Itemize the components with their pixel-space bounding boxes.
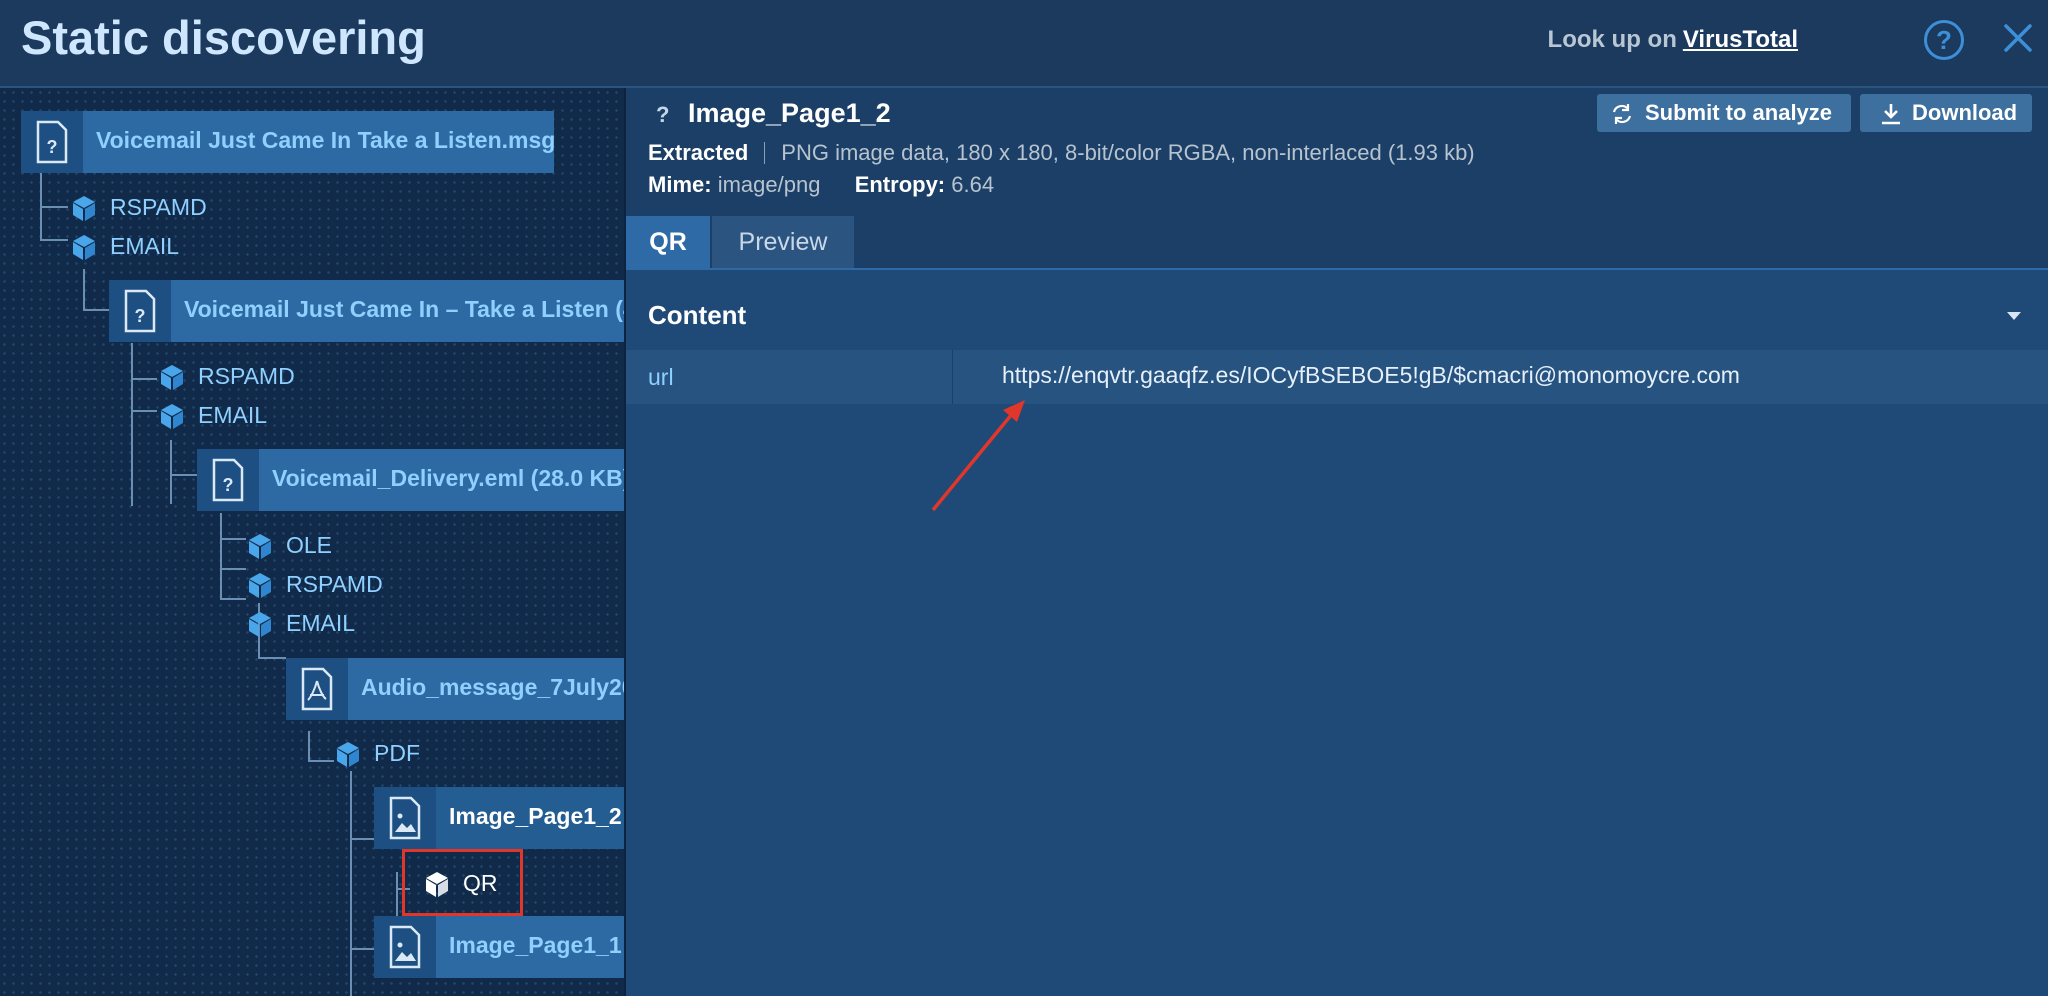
file-tree-panel[interactable]: ? Voicemail Just Came In Take a Listen.m…: [0, 88, 624, 996]
unknown-file-icon: ?: [109, 280, 171, 342]
cube-icon: [161, 404, 183, 429]
tree-node-module[interactable]: EMAIL: [70, 231, 270, 261]
status-label: Extracted: [648, 140, 749, 165]
tree-node-label: Voicemail Just Came In Take a Listen.msg: [96, 127, 556, 153]
tree-node-label: EMAIL: [110, 233, 180, 259]
page-title: Static discovering: [21, 11, 426, 64]
mime-value: image/png: [717, 172, 821, 197]
download-label: Download: [1912, 100, 2018, 125]
separator: [764, 142, 766, 164]
unknown-file-icon: ?: [21, 111, 83, 173]
tree-node-label: Image_Page1_1: [449, 932, 622, 958]
content-row-key: url: [648, 364, 674, 390]
svg-text:?: ?: [47, 137, 58, 157]
tree-node-label: Voicemail Just Came In – Take a Listen (…: [184, 296, 624, 322]
refresh-icon: [1612, 104, 1632, 124]
image-file-icon: [374, 787, 436, 849]
cube-icon: [73, 196, 95, 221]
file-description-line: Extracted PNG image data, 180 x 180, 8-bi…: [648, 140, 1475, 166]
tree-node-file[interactable]: Image_Page1_1: [374, 916, 624, 978]
tree-node-module[interactable]: RSPAMD: [246, 569, 446, 599]
tree-node-label: RSPAMD: [198, 363, 295, 389]
help-icon[interactable]: ?: [1924, 20, 1964, 60]
row-separator: [952, 350, 953, 404]
tab-bar: QR Preview: [626, 216, 2048, 270]
submit-to-analyze-button[interactable]: Submit to analyze: [1597, 94, 1851, 132]
file-type-icon: ?: [656, 102, 670, 127]
content-row-value[interactable]: https://enqvtr.gaaqfz.es/IOCyfBSEBOE5!gB…: [1002, 362, 1740, 389]
cube-icon: [337, 742, 359, 767]
pdf-file-icon: [286, 658, 348, 720]
cube-icon: [73, 235, 95, 260]
tree-node-label: EMAIL: [286, 610, 356, 636]
tab-preview[interactable]: Preview: [712, 216, 854, 268]
tree-node-file-selected[interactable]: Image_Page1_2: [374, 787, 624, 849]
tree-node-label: RSPAMD: [110, 194, 207, 220]
tree-node-file[interactable]: ? Voicemail_Delivery.eml (28.0 KB).: [197, 449, 624, 511]
lookup-text: Look up on VirusTotal: [1548, 26, 1798, 54]
tree-node-label: OLE: [286, 532, 333, 558]
tree-node-module[interactable]: EMAIL: [158, 400, 358, 430]
tree-node-label: EMAIL: [198, 402, 268, 428]
content-section-header[interactable]: Content: [626, 284, 2048, 348]
image-file-icon: [374, 916, 436, 978]
chevron-down-icon[interactable]: [2007, 312, 2021, 320]
cube-icon: [249, 612, 271, 637]
file-meta-line: Mime: image/png Entropy: 6.64: [648, 172, 994, 198]
file-description: PNG image data, 180 x 180, 8-bit/color R…: [781, 140, 1475, 165]
virustotal-link[interactable]: VirusTotal: [1683, 26, 1798, 53]
cube-icon: [161, 365, 183, 390]
annotation-highlight-box: [402, 849, 523, 916]
tree-node-label: PDF: [374, 740, 420, 766]
download-button[interactable]: Download: [1860, 94, 2032, 132]
svg-text:?: ?: [135, 306, 146, 326]
mime-label: Mime:: [648, 172, 712, 197]
tree-node-module[interactable]: EMAIL: [246, 608, 446, 638]
tree-node-module[interactable]: RSPAMD: [70, 192, 270, 222]
svg-text:?: ?: [223, 475, 234, 495]
cube-icon: [249, 573, 271, 598]
detail-panel: ? Image_Page1_2 Extracted PNG image data,…: [626, 88, 2048, 996]
tree-node-module[interactable]: RSPAMD: [158, 361, 358, 391]
content-row: url https://enqvtr.gaaqfz.es/IOCyfBSEBOE…: [626, 350, 2048, 404]
download-icon: [1882, 104, 1900, 125]
lookup-prefix: Look up on: [1547, 26, 1677, 53]
tree-node-file[interactable]: ? Voicemail Just Came In Take a Listen.m…: [21, 111, 556, 173]
close-icon[interactable]: [1998, 18, 2038, 58]
tree-node-module[interactable]: OLE: [246, 530, 446, 560]
content-title: Content: [648, 300, 747, 330]
file-name: Image_Page1_2: [688, 98, 891, 128]
cube-icon: [249, 534, 271, 559]
tree-node-label: Audio_message_7July20: [361, 674, 624, 700]
tree-node-label: Voicemail_Delivery.eml (28.0 KB).: [272, 465, 624, 491]
tree-node-module[interactable]: PDF: [334, 738, 534, 768]
header-bar: Static discovering Look up on VirusTotal …: [0, 0, 2048, 88]
tree-node-file[interactable]: Audio_message_7July20: [286, 658, 624, 720]
tree-node-file[interactable]: ? Voicemail Just Came In – Take a Listen…: [109, 280, 624, 342]
unknown-file-icon: ?: [197, 449, 259, 511]
entropy-value: 6.64: [951, 172, 995, 197]
tree-node-label: Image_Page1_2: [449, 803, 622, 829]
tab-qr[interactable]: QR: [626, 216, 710, 268]
detail-header: ? Image_Page1_2 Extracted PNG image data,…: [626, 88, 2048, 216]
submit-label: Submit to analyze: [1645, 100, 1833, 125]
tree-node-label: RSPAMD: [286, 571, 383, 597]
entropy-label: Entropy:: [854, 172, 946, 197]
